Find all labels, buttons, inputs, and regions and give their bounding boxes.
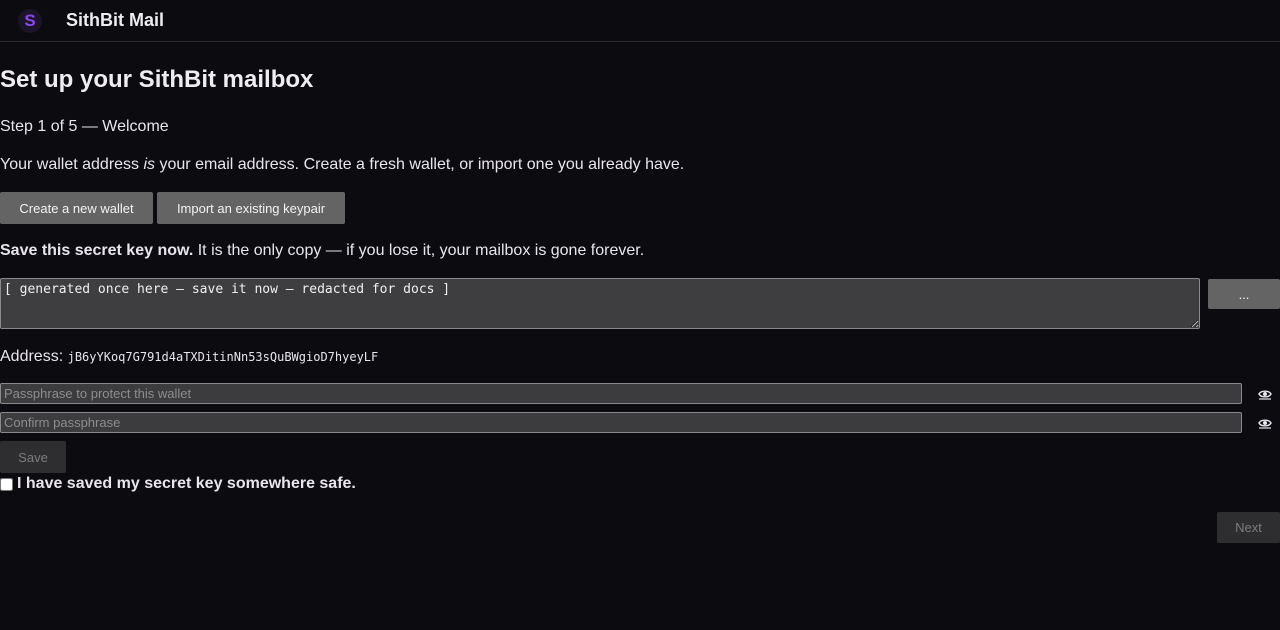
address-value: jB6yYKoq7G791d4aTXDitinNn53sQuBWgioD7hye… bbox=[67, 350, 379, 364]
step-indicator: Step 1 of 5 — Welcome bbox=[0, 118, 169, 135]
app-header: S SithBit Mail bbox=[0, 0, 1280, 42]
sithbit-logo-icon: S bbox=[18, 9, 42, 33]
secret-key-textarea[interactable]: [ generated once here — save it now — re… bbox=[0, 278, 1200, 329]
intro-text: Your wallet address is your email addres… bbox=[0, 156, 685, 173]
app-title: SithBit Mail bbox=[66, 10, 164, 30]
saved-key-checkbox[interactable] bbox=[0, 477, 13, 491]
create-wallet-button[interactable]: Create a new wallet bbox=[0, 192, 153, 224]
passphrase-input[interactable] bbox=[0, 383, 1242, 404]
import-keypair-button[interactable]: Import an existing keypair bbox=[157, 192, 345, 224]
secret-key-warning: Save this secret key now. It is the only… bbox=[0, 242, 645, 259]
secret-key-more-button[interactable]: ... bbox=[1208, 279, 1280, 309]
eye-icon[interactable] bbox=[1257, 386, 1273, 402]
page-title: Set up your SithBit mailbox bbox=[0, 66, 314, 93]
eye-icon[interactable] bbox=[1257, 415, 1273, 431]
confirm-passphrase-input[interactable] bbox=[0, 412, 1242, 433]
next-button[interactable]: Next bbox=[1217, 512, 1280, 543]
saved-key-label: I have saved my secret key somewhere saf… bbox=[17, 475, 356, 492]
address-label: Address: bbox=[0, 348, 64, 365]
saved-key-checkbox-row[interactable]: I have saved my secret key somewhere saf… bbox=[0, 475, 356, 493]
wallet-address-row: Address: jB6yYKoq7G791d4aTXDitinNn53sQuB… bbox=[0, 348, 378, 366]
save-button[interactable]: Save bbox=[0, 441, 66, 473]
